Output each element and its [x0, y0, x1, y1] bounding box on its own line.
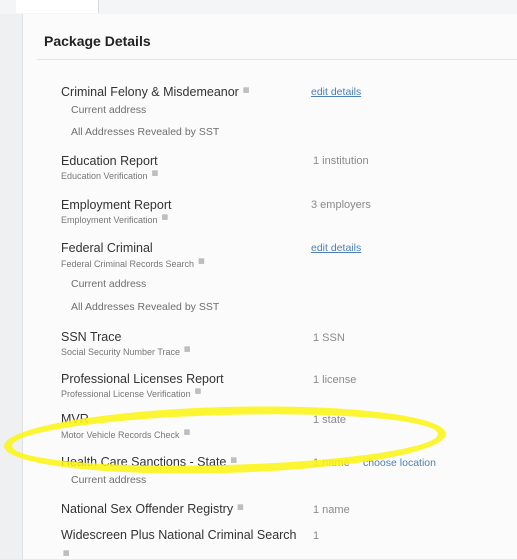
item-value: 1 institution [313, 155, 369, 167]
info-icon[interactable]: ▦ [152, 170, 159, 177]
info-icon[interactable]: ▦ [195, 388, 202, 395]
item-subtitle: Motor Vehicle Records Check ▦ [61, 429, 191, 440]
item-national-sex-offender-registry: National Sex Offender Registry ▦ [61, 502, 244, 516]
item-federal-criminal: Federal Criminal [61, 241, 153, 255]
info-icon[interactable]: ▦ [162, 214, 169, 221]
left-sidebar [0, 14, 23, 559]
info-icon[interactable]: ▦ [63, 542, 70, 560]
item-subtitle: Professional License Verification ▦ [61, 388, 202, 399]
info-icon[interactable]: ▦ [243, 87, 250, 94]
item-professional-licenses: Professional Licenses Report [61, 372, 224, 386]
item-value: 1 name [313, 504, 350, 516]
package-details-panel: Package Details Criminal Felony & Misdem… [23, 14, 517, 559]
item-value: 3 employers [311, 199, 371, 211]
address-line: Current address [71, 278, 147, 290]
item-subtitle: Employment Verification ▦ [61, 214, 169, 225]
item-value: 1 name [313, 457, 350, 469]
top-bar [0, 0, 517, 14]
edit-details-link[interactable]: edit details [311, 86, 361, 98]
info-icon[interactable]: ▦ [198, 258, 205, 265]
item-value: 1 state [313, 414, 347, 426]
info-icon[interactable]: ▦ [237, 504, 244, 511]
address-line: Current address [71, 474, 147, 486]
item-mvr: MVR [61, 412, 89, 426]
item-criminal-felony: Criminal Felony & Misdemeanor ▦ [61, 85, 250, 99]
browser-tab[interactable] [16, 0, 99, 13]
title-divider [37, 59, 517, 60]
item-health-care-sanctions: Health Care Sanctions - State ▦ [61, 455, 237, 469]
item-education-report: Education Report [61, 154, 158, 168]
item-subtitle: Federal Criminal Records Search ▦ [61, 258, 205, 269]
item-value: 1 [313, 530, 320, 542]
address-line: Current address [71, 104, 147, 116]
item-subtitle: Social Security Number Trace ▦ [61, 346, 191, 357]
item-value: 1 SSN [313, 332, 345, 344]
item-ssn-trace: SSN Trace [61, 330, 122, 344]
item-value: 1 license [313, 374, 357, 386]
info-icon[interactable]: ▦ [184, 429, 191, 436]
item-subtitle: Education Verification ▦ [61, 170, 159, 181]
section-title: Package Details [44, 33, 151, 49]
edit-details-link[interactable]: edit details [311, 242, 361, 254]
address-line: All Addresses Revealed by SST [71, 301, 220, 313]
item-employment-report: Employment Report [61, 198, 172, 212]
address-line: All Addresses Revealed by SST [71, 126, 220, 138]
info-icon[interactable]: ▦ [184, 346, 191, 353]
item-widescreen-plus: Widescreen Plus National Criminal Search [61, 528, 297, 542]
choose-location-link[interactable]: choose location [363, 457, 436, 469]
info-icon[interactable]: ▦ [230, 457, 237, 464]
